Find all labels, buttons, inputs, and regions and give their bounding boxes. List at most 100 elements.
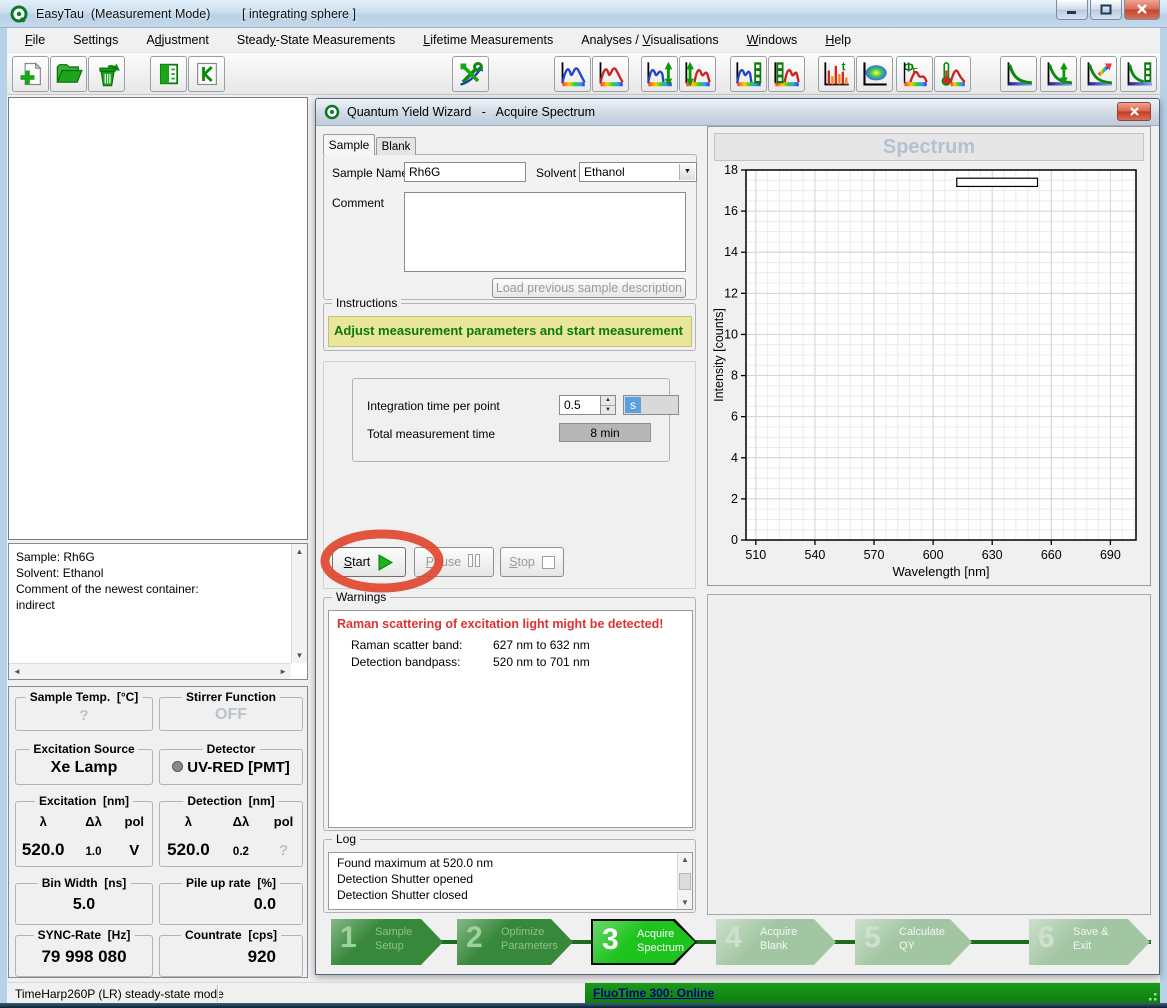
comment-textarea[interactable] — [404, 192, 686, 272]
script-editor-button[interactable] — [188, 56, 225, 92]
start-button[interactable]: Start — [332, 547, 406, 577]
menu-settings[interactable]: Settings — [73, 33, 118, 47]
sample-info-box[interactable]: Sample: Rh6G Solvent: Ethanol Comment of… — [8, 543, 308, 680]
svg-text:510: 510 — [745, 548, 766, 562]
delete-button[interactable] — [88, 56, 125, 92]
new-measurement-button[interactable] — [12, 56, 49, 92]
excitation-wavelength-box: Excitation [nm] λ Δλ pol 520.0 1.0 V — [15, 801, 153, 867]
wizard-step-6-save-exit[interactable]: 6Save &Exit — [1029, 919, 1150, 965]
dialog-logo-icon — [324, 104, 340, 120]
hardware-setup-button[interactable] — [452, 56, 489, 92]
sample-temp-value: ? — [16, 707, 152, 724]
time-trace-button[interactable]: t — [818, 56, 855, 92]
excitation-pol: V — [117, 842, 152, 859]
total-time-label: Total measurement time — [367, 427, 495, 441]
solvent-select[interactable]: Ethanol ▼ — [579, 162, 697, 182]
wizard-step-5-calculate-qy[interactable]: 5CalculateQY — [855, 919, 972, 965]
sync-rate-value: 79 998 080 — [16, 947, 152, 967]
open-file-button[interactable] — [50, 56, 87, 92]
log-line: Detection Shutter opened — [337, 872, 473, 886]
dialog-close-button[interactable] — [1117, 102, 1151, 121]
decay-polarization-button[interactable] — [1040, 56, 1077, 92]
log-line: Found maximum at 520.0 nm — [337, 856, 493, 870]
menu-lifetime[interactable]: Lifetime Measurements — [423, 33, 553, 47]
scrollbar-thumb[interactable] — [679, 873, 691, 890]
excitation-source-value: Xe Lamp — [16, 759, 152, 777]
quantum-yield-measurement-button[interactable]: ΦF — [896, 56, 933, 92]
pause-button[interactable]: Pause — [414, 547, 494, 577]
svg-text:6: 6 — [731, 410, 738, 424]
play-icon — [377, 554, 394, 571]
window-title-context: [ integrating sphere ] — [242, 7, 356, 21]
menu-file[interactable]: File — [25, 33, 45, 47]
menu-steady-state[interactable]: Steady-State Measurements — [237, 33, 395, 47]
excitation-delta: 1.0 — [70, 846, 116, 858]
chevron-down-icon[interactable]: ▼ — [679, 164, 695, 180]
wizard-step-4-acquire-blank[interactable]: 4AcquireBlank — [716, 919, 836, 965]
tab-sample[interactable]: Sample — [323, 134, 375, 155]
excitation-lambda: 520.0 — [16, 840, 70, 860]
close-button[interactable] — [1124, 0, 1160, 20]
decay-rainbow-icon — [1085, 60, 1113, 88]
excitation-polarization-scan-button[interactable] — [641, 56, 678, 92]
sample-info-line: Solvent: Ethanol — [16, 566, 103, 580]
3d-scan-button[interactable] — [856, 56, 893, 92]
decay-kinetics-button[interactable] — [1120, 56, 1157, 92]
excitation-spectrum-button[interactable] — [554, 56, 591, 92]
detector-box: Detector UV-RED [PMT] — [159, 749, 303, 785]
emission-polarization-scan-button[interactable] — [679, 56, 716, 92]
countrate-value: 920 — [160, 947, 302, 967]
log-scrollbar[interactable]: ▲ ▼ — [677, 853, 692, 909]
bin-width-value: 5.0 — [16, 896, 152, 914]
log-group: Log Found maximum at 520.0 nm Detection … — [323, 839, 696, 913]
integration-unit-field[interactable]: s — [623, 395, 679, 415]
screen: EasyTau (Measurement Mode) [ integrating… — [0, 0, 1167, 1008]
instructions-group: Instructions Adjust measurement paramete… — [323, 303, 696, 351]
wizard-step-1-sample-setup[interactable]: 1SampleSetup — [331, 919, 443, 965]
excitation-kinetics-button[interactable] — [730, 56, 767, 92]
tab-blank[interactable]: Blank — [376, 137, 416, 155]
wizard-step-2-optimize-parameters[interactable]: 2OptimizeParameters — [457, 919, 573, 965]
svg-text:4: 4 — [731, 451, 738, 465]
emission-spectrum-button[interactable] — [592, 56, 629, 92]
emission-spectrum-icon — [597, 60, 625, 88]
parameters-group: Integration time per point ▲▼ s Total me… — [352, 378, 670, 462]
decay-button[interactable] — [1000, 56, 1037, 92]
integration-time-input[interactable] — [559, 395, 601, 415]
trash-icon — [93, 60, 121, 88]
sample-name-input[interactable] — [404, 162, 526, 182]
menu-windows[interactable]: Windows — [747, 33, 798, 47]
excitation-spectrum-icon — [559, 60, 587, 88]
maximize-button[interactable] — [1090, 0, 1122, 20]
resize-grip-icon[interactable] — [1146, 990, 1158, 1002]
stop-button[interactable]: Stop — [500, 547, 564, 577]
temperature-scan-button[interactable] — [934, 56, 971, 92]
stop-icon — [542, 556, 555, 569]
horizontal-scrollbar[interactable]: ◄► — [9, 663, 291, 679]
detection-lambda: 520.0 — [160, 840, 217, 860]
batch-mode-button[interactable] — [150, 56, 187, 92]
minimize-button[interactable] — [1056, 0, 1088, 20]
3d-map-icon — [861, 60, 889, 88]
emission-kinetics-button[interactable] — [768, 56, 805, 92]
decay-wavelength-series-button[interactable] — [1080, 56, 1117, 92]
detector-value: UV-RED [PMT] — [160, 759, 302, 776]
countrate-box: Countrate [cps] 920 — [159, 935, 303, 977]
menu-analyses[interactable]: Analyses / Visualisations — [581, 33, 718, 47]
vertical-scrollbar[interactable]: ▲▼ — [291, 544, 307, 663]
sample-temp-box: Sample Temp. [°C] ? — [15, 697, 153, 731]
svg-text:630: 630 — [982, 548, 1003, 562]
menu-adjustment[interactable]: Adjustment — [146, 33, 209, 47]
excitation-source-box: Excitation Source Xe Lamp — [15, 749, 153, 785]
integration-time-stepper[interactable]: ▲▼ — [601, 395, 616, 415]
pile-up-box: Pile up rate [%] 0.0 — [159, 883, 303, 925]
menu-help[interactable]: Help — [825, 33, 851, 47]
emission-kinetics-icon — [773, 60, 801, 88]
detection-wavelength-box: Detection [nm] λ Δλ pol 520.0 0.2 ? — [159, 801, 303, 867]
minimize-icon — [1066, 5, 1078, 15]
solvent-label: Solvent — [536, 166, 576, 180]
load-previous-sample-button[interactable]: Load previous sample description — [492, 278, 686, 298]
log-content[interactable]: Found maximum at 520.0 nm Detection Shut… — [328, 852, 693, 910]
instrument-status-panel: Sample Temp. [°C] ? Stirrer Function OFF… — [8, 686, 308, 978]
wizard-step-3-acquire-spectrum[interactable]: 3AcquireSpectrum — [591, 919, 697, 965]
